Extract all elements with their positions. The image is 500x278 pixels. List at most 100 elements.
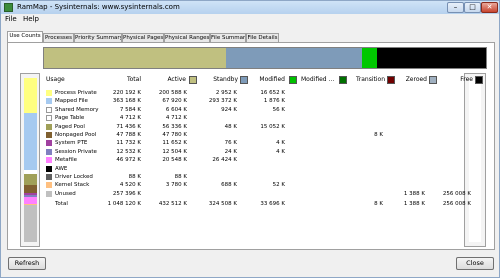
cell-modified: 4 K [276, 148, 285, 155]
cell-standby: 26 424 K [212, 157, 237, 164]
usage-color-swatch [46, 132, 52, 138]
process-private-segment [24, 78, 37, 113]
cell-total: 12 532 K [116, 148, 141, 155]
tab-priority-summary[interactable]: Priority Summary [74, 33, 122, 42]
close-window-button[interactable]: ✕ [481, 2, 498, 13]
col-transition[interactable]: Transition [343, 73, 385, 87]
table-row[interactable]: AWE [43, 165, 461, 173]
cell-active: 432 512 K [158, 201, 187, 208]
cell-active: 20 548 K [162, 157, 187, 164]
table-row[interactable]: Unused 257 396 K 1 388 K 256 008 K [43, 190, 471, 198]
tab-processes[interactable]: Processes [43, 33, 74, 42]
col-active[interactable]: Active [141, 73, 186, 87]
col-usage[interactable]: Usage [46, 73, 65, 87]
col-free[interactable]: Free [439, 73, 473, 87]
usage-label: Unused [55, 190, 76, 197]
cell-total: 4 712 K [119, 115, 141, 122]
cell-active: 200 588 K [158, 90, 187, 96]
usage-label: System PTE [55, 140, 88, 147]
col-modified-no-write[interactable]: Modified ... [301, 73, 334, 87]
tab-file-summary[interactable]: File Summary [210, 33, 246, 42]
menu-help[interactable]: Help [23, 15, 39, 23]
usage-label: Mapped File [55, 98, 88, 105]
cell-modified: 4 K [276, 140, 285, 147]
table-row[interactable]: Paged Pool 71 436 K 56 336 K 48 K 15 052 K [43, 123, 461, 131]
menu-file[interactable]: File [5, 15, 17, 23]
table-row[interactable]: Kernel Stack 4 520 K 3 780 K 688 K 52 K [43, 181, 461, 189]
table-row[interactable]: System PTE 11 732 K 11 652 K 76 K 4 K [43, 139, 461, 147]
usage-label: Nonpaged Pool [55, 132, 97, 138]
scroll-bar-right [464, 73, 486, 247]
menu-bar: File Help [1, 14, 499, 24]
paged-pool-segment [24, 174, 37, 185]
app-icon [4, 3, 13, 12]
table-row[interactable]: Driver Locked 88 K 88 K [43, 173, 461, 181]
minimize-button[interactable]: – [447, 2, 464, 13]
col-standby[interactable]: Standby [195, 73, 238, 87]
usage-color-swatch [46, 148, 52, 155]
table-row[interactable]: Nonpaged Pool 47 788 K 47 780 K 8 K [43, 131, 461, 139]
col-total[interactable]: Total [103, 73, 141, 87]
usage-color-swatch [46, 190, 52, 197]
usage-label: Process Private [55, 90, 97, 96]
cell-standby: 924 K [221, 106, 237, 113]
cell-active: 4 712 K [165, 115, 187, 122]
cell-total: 257 396 K [112, 190, 141, 197]
table-row[interactable]: Mapped File 363 168 K 67 920 K 293 372 K 1 8… [43, 97, 461, 105]
close-button[interactable]: Close [456, 257, 494, 270]
table-row[interactable]: Shared Memory 7 584 K 6 604 K 924 K 56 K [43, 106, 461, 114]
cell-modified: 56 K [272, 106, 285, 113]
table-row[interactable]: Process Private 220 192 K 200 588 K 2 952 K… [43, 89, 461, 97]
cell-active: 11 652 K [162, 140, 187, 147]
usage-color-swatch [46, 182, 52, 189]
usage-bar [24, 78, 37, 242]
cell-standby: 2 952 K [215, 90, 237, 96]
modified-swatch [289, 76, 297, 84]
zeroed-swatch [429, 76, 437, 84]
usage-label: Session Private [55, 148, 97, 155]
cell-total: 220 192 K [112, 90, 141, 96]
free-swatch [475, 76, 483, 84]
table-row[interactable]: Metafile 46 972 K 20 548 K 26 424 K [43, 156, 461, 164]
cell-standby: 324 508 K [208, 201, 237, 208]
usage-label: Driver Locked [55, 174, 93, 180]
use-counts-table: Usage Total Active Standby Modified Modi… [43, 73, 483, 247]
tab-physical-ranges[interactable]: Physical Ranges [164, 33, 210, 42]
col-modified[interactable]: Modified [247, 73, 285, 87]
cell-total: 11 732 K [116, 140, 141, 147]
cell-total: 88 K [128, 174, 141, 180]
total-row[interactable]: Total 1 048 120 K 432 512 K 324 508 K 33 696… [43, 200, 471, 208]
table-row[interactable]: Session Private 12 532 K 12 504 K 24 K 4 K [43, 148, 461, 156]
cell-standby: 24 K [224, 148, 237, 155]
usage-color-swatch [46, 140, 52, 147]
cell-modified: 52 K [272, 182, 285, 189]
col-zeroed[interactable]: Zeroed [391, 73, 427, 87]
cell-modified: 33 696 K [260, 201, 285, 208]
usage-label: Page Table [55, 115, 85, 122]
cell-standby: 293 372 K [208, 98, 237, 105]
cell-total: 7 584 K [119, 106, 141, 113]
cell-active: 56 336 K [162, 123, 187, 130]
cell-total: 47 788 K [116, 132, 141, 138]
cell-active: 12 504 K [162, 148, 187, 155]
cell-total: 71 436 K [116, 123, 141, 130]
cell-modified: 15 052 K [260, 123, 285, 130]
window-title: RamMap - Sysinternals: www.sysinternals.… [17, 3, 180, 11]
cell-zeroed: 1 388 K [403, 201, 425, 208]
refresh-button[interactable]: Refresh [8, 257, 46, 270]
tab-physical-pages[interactable]: Physical Pages [122, 33, 164, 42]
maximize-button[interactable]: □ [464, 2, 481, 13]
usage-color-swatch [46, 98, 52, 105]
cell-free: 256 008 K [442, 190, 471, 197]
usage-label: AWE [55, 165, 68, 172]
table-row[interactable]: Page Table 4 712 K 4 712 K [43, 114, 461, 122]
cell-standby: 76 K [224, 140, 237, 147]
cell-free: 256 008 K [442, 201, 471, 208]
cell-zeroed: 1 388 K [403, 190, 425, 197]
cell-total: 1 048 120 K [107, 201, 141, 208]
tab-use-counts[interactable]: Use Counts [7, 31, 43, 42]
tab-file-details[interactable]: File Details [246, 33, 279, 42]
title-bar: RamMap - Sysinternals: www.sysinternals.… [1, 1, 499, 14]
usage-label: Paged Pool [55, 123, 85, 130]
usage-label: Total [55, 201, 68, 208]
